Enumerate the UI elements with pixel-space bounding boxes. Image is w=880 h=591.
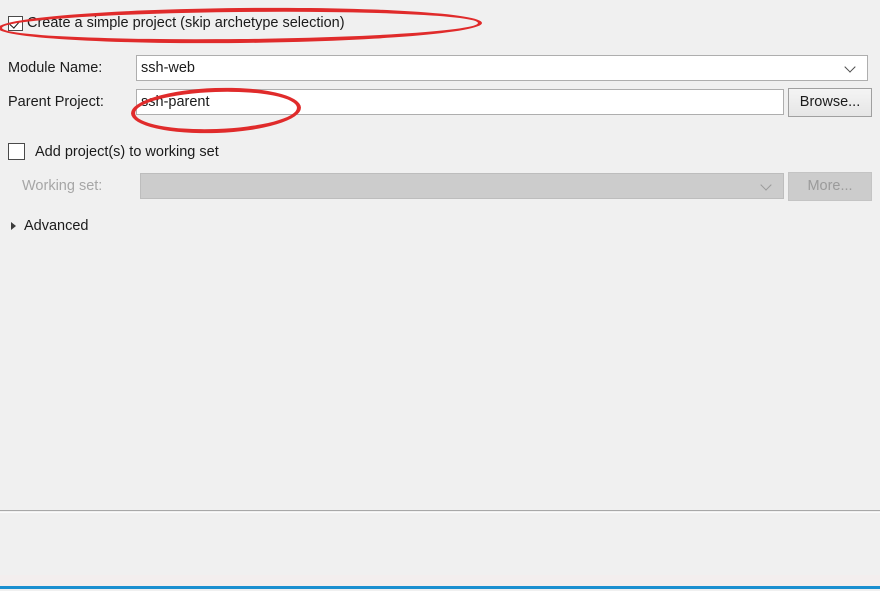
add-to-working-set-row[interactable]: Add project(s) to working set [8, 143, 219, 160]
parent-project-input[interactable]: ssh-parent [136, 89, 784, 115]
browse-button[interactable]: Browse... [788, 87, 872, 117]
maven-new-project-wizard-dialog: Create a simple project (skip archetype … [0, 0, 880, 591]
advanced-label: Advanced [24, 218, 89, 234]
add-to-working-set-label: Add project(s) to working set [35, 143, 219, 160]
parent-project-label: Parent Project: [8, 94, 104, 110]
module-name-value: ssh-web [141, 60, 195, 76]
module-name-row: Module Name: ssh-web [8, 55, 872, 81]
accent-bottom-line [0, 586, 880, 589]
create-simple-project-label: Create a simple project (skip archetype … [27, 15, 345, 31]
more-button: More... [788, 171, 872, 201]
parent-project-value: ssh-parent [141, 94, 210, 110]
triangle-right-icon[interactable] [8, 220, 20, 232]
parent-project-row: Parent Project: ssh-parent Browse... [8, 87, 872, 117]
footer-bottom-strip [0, 575, 880, 586]
working-set-row: Working set: More... [22, 171, 872, 201]
footer-divider [0, 510, 880, 511]
add-to-working-set-checkbox[interactable] [8, 143, 25, 160]
wizard-content-area: Create a simple project (skip archetype … [0, 0, 880, 510]
working-set-combo [140, 173, 784, 199]
chevron-down-icon [759, 178, 775, 194]
create-simple-project-checkbox[interactable] [8, 15, 23, 31]
create-simple-project-row[interactable]: Create a simple project (skip archetype … [8, 15, 345, 31]
module-name-label: Module Name: [8, 60, 103, 76]
working-set-label: Working set: [22, 178, 103, 194]
module-name-combo[interactable]: ssh-web [136, 55, 868, 81]
chevron-down-icon[interactable] [843, 60, 859, 76]
advanced-section-toggle[interactable]: Advanced [8, 218, 89, 234]
